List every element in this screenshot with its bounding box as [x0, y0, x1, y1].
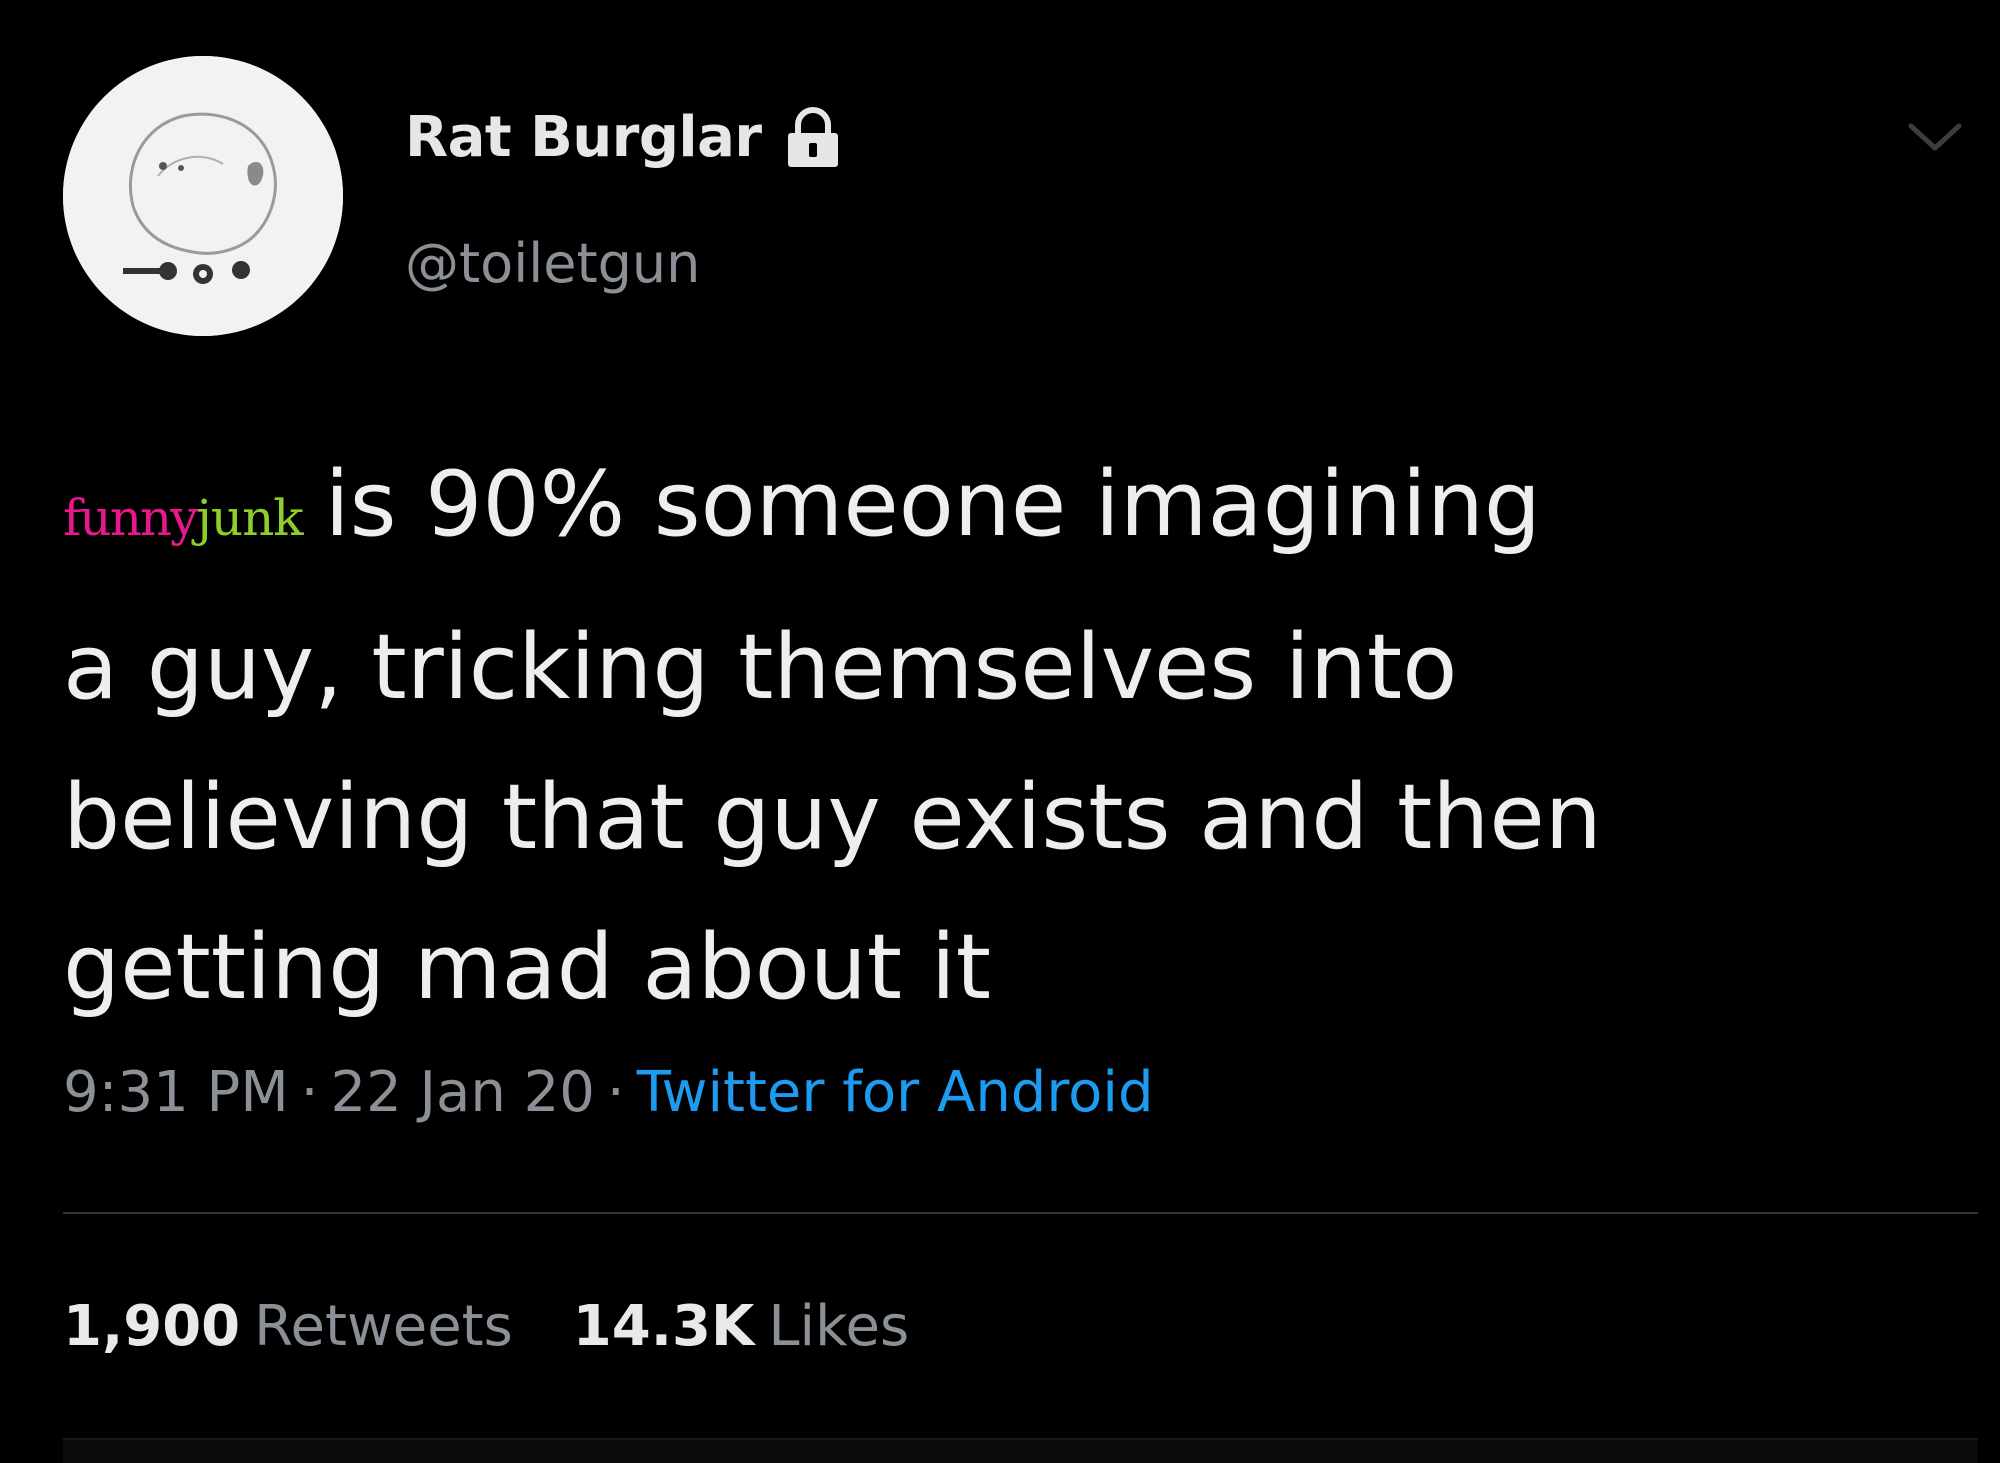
- likes-stat[interactable]: 14.3K Likes: [573, 1294, 909, 1359]
- tweet-source-link[interactable]: Twitter for Android: [637, 1060, 1154, 1125]
- retweets-label: Retweets: [254, 1294, 513, 1359]
- user-handle[interactable]: @toiletgun: [405, 232, 700, 295]
- retweets-count: 1,900: [63, 1294, 241, 1359]
- tweet-text-line: funnyjunk is 90% someone imagining: [63, 430, 1943, 593]
- retweets-stat[interactable]: 1,900 Retweets: [63, 1294, 513, 1359]
- avatar-sketch-icon: [63, 56, 343, 336]
- funnyjunk-logo-funny: funny: [63, 489, 198, 547]
- tweet-date[interactable]: 22 Jan 20: [330, 1060, 594, 1125]
- display-name-row[interactable]: Rat Burglar: [405, 102, 842, 172]
- avatar[interactable]: [63, 56, 343, 336]
- action-bar-edge: [63, 1438, 1978, 1463]
- display-name[interactable]: Rat Burglar: [405, 105, 762, 170]
- tweet-text-line-1: is 90% someone imagining: [324, 452, 1541, 557]
- divider: [63, 1212, 1978, 1214]
- tweet-text-line-3: believing that guy exists and then: [63, 765, 1602, 870]
- meta-separator: ·: [606, 1060, 625, 1125]
- likes-label: Likes: [768, 1294, 910, 1359]
- tweet-stats: 1,900 Retweets 14.3K Likes: [63, 1294, 909, 1359]
- tweet-text-line-4: getting mad about it: [63, 915, 991, 1020]
- funnyjunk-logo-junk: junk: [196, 489, 303, 547]
- lock-icon: [784, 105, 842, 169]
- meta-separator: ·: [300, 1060, 319, 1125]
- tweet-text-line-2: a guy, tricking themselves into: [63, 615, 1458, 720]
- tweet-metadata: 9:31 PM · 22 Jan 20 · Twitter for Android: [63, 1060, 1154, 1125]
- likes-count: 14.3K: [572, 1294, 755, 1359]
- tweet-time[interactable]: 9:31 PM: [63, 1060, 289, 1125]
- chevron-down-icon[interactable]: [1905, 118, 1965, 158]
- tweet-card: Rat Burglar @toiletgun funnyjunk is 90% s…: [0, 0, 2000, 1463]
- tweet-text: funnyjunk is 90% someone imagining a guy,…: [63, 430, 1943, 1043]
